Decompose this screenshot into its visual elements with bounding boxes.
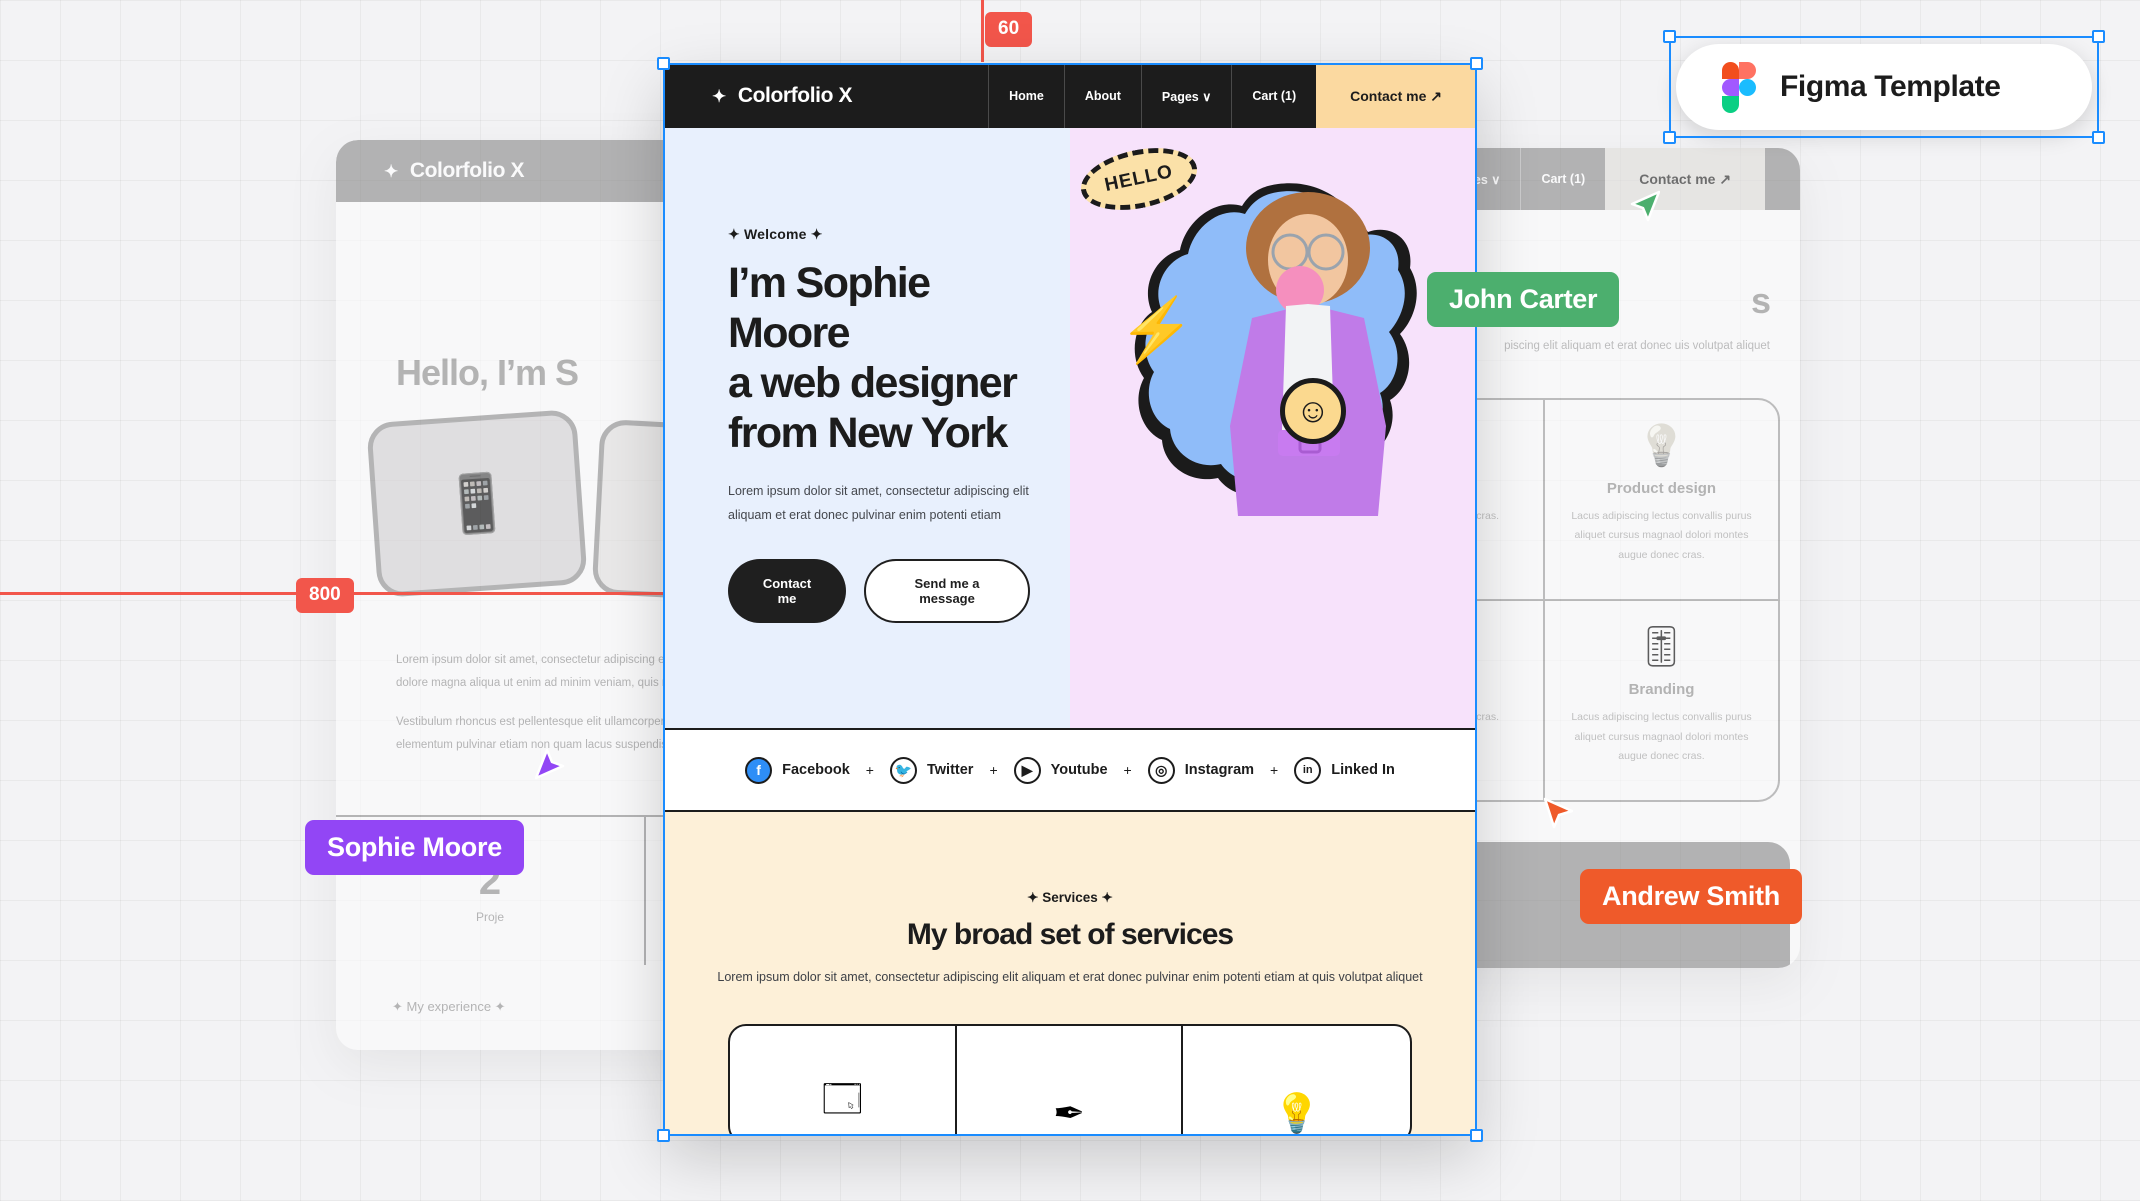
bg-left-stat-label: Proje (475, 909, 504, 924)
hero-section: ✦ Welcome ✦ I’m Sophie Moore a web desig… (664, 128, 1476, 728)
social-link-instagram[interactable]: ◎ Instagram (1147, 756, 1255, 784)
hero-title-line: I’m Sophie Moore (728, 259, 931, 357)
figma-template-label: Figma Template (1780, 70, 2001, 103)
bg-right-card-title: Branding (1628, 681, 1695, 699)
social-label: Facebook (782, 762, 850, 778)
main-brand[interactable]: ✦ Colorfolio X (664, 64, 988, 128)
background-frame-right[interactable]: Pages ∨ Cart (1) Contact me ↗ s piscing … (1430, 148, 1800, 968)
cursor-arrow-andrew-smith (1543, 797, 1573, 829)
pen-nib-icon: ✒ (1053, 1092, 1085, 1135)
width-measure-line (981, 0, 984, 62)
main-nav: ✦ Colorfolio X Home About Pages ∨ Cart (… (664, 64, 1476, 128)
cursor-label-john-carter: John Carter (1427, 272, 1620, 327)
services-card-grid: 🗔 ✒ 💡 (728, 1023, 1412, 1135)
social-link-facebook[interactable]: f Facebook (745, 756, 850, 784)
service-card[interactable]: ✒ (957, 1025, 1184, 1135)
bg-right-paragraph: piscing elit aliquam et erat donec uis v… (1504, 340, 1770, 352)
width-measure-badge: 60 (985, 12, 1033, 47)
color-swatch-icon: 🎚 (1636, 625, 1687, 670)
height-measure-badge: 800 (296, 578, 354, 613)
selection-handle-bottom-left[interactable] (657, 1129, 670, 1142)
main-nav-links: Home About Pages ∨ Cart (1) Contact me ↗ (988, 64, 1476, 128)
bg-right-card-title: Product design (1606, 479, 1717, 497)
figma-handle-top-right[interactable] (2092, 30, 2105, 43)
cursor-arrow-john-carter (1630, 190, 1660, 222)
social-separator: + (865, 762, 874, 778)
social-links-bar: f Facebook + 🐦 Twitter + ▶ Youtube + ◎ I… (664, 728, 1476, 812)
contact-me-button[interactable]: Contact me (728, 559, 847, 624)
lightning-bolt-icon: ⚡ (1118, 296, 1196, 365)
nav-item-about[interactable]: About (1063, 64, 1141, 128)
tablet-illustration-icon: 📱 (366, 408, 588, 599)
hero-image-column: HELLO ⚡ ☺ (1070, 128, 1476, 728)
figma-template-badge[interactable]: Figma Template (1676, 44, 2092, 130)
cursor-label-andrew-smith: Andrew Smith (1580, 869, 1802, 924)
web-design-icon: 🗔 (821, 1078, 863, 1121)
social-separator: + (1270, 762, 1279, 778)
bg-right-card[interactable]: 💡 Product design Lacus adipiscing lectus… (1545, 400, 1778, 602)
hero-title-line: from New York (728, 408, 1008, 457)
selection-handle-bottom-right[interactable] (1470, 1129, 1483, 1142)
hero-buttons: Contact me Send me a message (728, 559, 1030, 624)
figma-handle-top-left[interactable] (1663, 30, 1676, 43)
social-label: Instagram (1184, 762, 1255, 778)
service-card[interactable]: 💡 (1183, 1026, 1410, 1135)
social-link-youtube[interactable]: ▶ Youtube (1013, 756, 1108, 784)
figma-handle-bottom-right[interactable] (2092, 131, 2105, 144)
figma-canvas[interactable]: ✦ Colorfolio X Home About Hello, I’m S 📱… (0, 0, 2140, 1201)
social-separator: + (989, 762, 998, 778)
bg-right-card-grid: ✒ ign s convallis magnaol onec cras. 💡 P… (1430, 397, 1780, 803)
social-label: Youtube (1050, 762, 1108, 778)
services-title: My broad set of services (906, 918, 1234, 951)
hero-title: I’m Sophie Moore a web designer from New… (728, 259, 1030, 459)
social-link-linkedin[interactable]: in Linked In (1294, 756, 1395, 784)
hero-eyebrow: ✦ Welcome ✦ (728, 226, 823, 242)
bg-right-nav: Pages ∨ Cart (1) Contact me ↗ (1430, 148, 1800, 210)
twitter-icon: 🐦 (889, 756, 917, 784)
facebook-icon: f (745, 756, 773, 784)
instagram-icon: ◎ (1147, 756, 1175, 784)
selection-handle-top-left[interactable] (657, 57, 670, 70)
figma-logo-icon (1722, 62, 1756, 113)
hero-text-column: ✦ Welcome ✦ I’m Sophie Moore a web desig… (664, 128, 1070, 728)
nav-item-home[interactable]: Home (988, 64, 1064, 128)
figma-handle-bottom-left[interactable] (1663, 131, 1676, 144)
main-website-frame[interactable]: ✦ Colorfolio X Home About Pages ∨ Cart (… (664, 64, 1476, 1135)
hero-title-line: a web designer (728, 358, 1018, 407)
social-label: Linked In (1331, 762, 1395, 778)
cursor-arrow-sophie-moore (535, 748, 565, 780)
smiley-face-icon: ☺ (1280, 378, 1346, 444)
bg-right-nav-item[interactable]: Cart (1) (1520, 148, 1605, 210)
cursor-label-sophie-moore: Sophie Moore (305, 820, 524, 875)
hero-paragraph: Lorem ipsum dolor sit amet, consectetur … (728, 483, 1029, 522)
send-me-a-message-button[interactable]: Send me a message (864, 559, 1030, 624)
services-eyebrow: ✦ Services ✦ (1027, 890, 1113, 905)
nav-item-pages[interactable]: Pages ∨ (1140, 64, 1231, 128)
bg-left-brand-label: Colorfolio X (409, 159, 525, 182)
main-brand-label: Colorfolio X (737, 84, 853, 107)
bg-right-card-text: Lacus adipiscing lectus convallis purus … (1571, 711, 1752, 762)
bg-right-nav-links: Pages ∨ Cart (1) Contact me ↗ (1430, 148, 1766, 210)
nav-contact-me-button[interactable]: Contact me ↗ (1316, 64, 1476, 128)
bg-right-card-text: Lacus adipiscing lectus convallis purus … (1571, 509, 1752, 561)
services-paragraph: Lorem ipsum dolor sit amet, consectetur … (717, 970, 1423, 984)
sparkle-icon: ✦ (712, 86, 726, 106)
social-link-twitter[interactable]: 🐦 Twitter (889, 756, 974, 784)
social-separator: + (1123, 762, 1132, 778)
service-card[interactable]: 🗔 (730, 1025, 957, 1135)
lightbulb-icon: 💡 (1273, 1092, 1321, 1135)
social-label: Twitter (926, 762, 974, 778)
linkedin-icon: in (1294, 756, 1322, 784)
services-section: ✦ Services ✦ My broad set of services Lo… (664, 812, 1476, 1135)
bg-right-card[interactable]: 🎚 Branding Lacus adipiscing lectus conva… (1545, 601, 1778, 800)
sparkle-icon: ✦ (384, 161, 398, 181)
lightbulb-icon: 💡 (1636, 423, 1687, 468)
nav-item-cart[interactable]: Cart (1) (1231, 64, 1316, 128)
selection-handle-top-right[interactable] (1470, 57, 1483, 70)
youtube-icon: ▶ (1013, 756, 1041, 784)
